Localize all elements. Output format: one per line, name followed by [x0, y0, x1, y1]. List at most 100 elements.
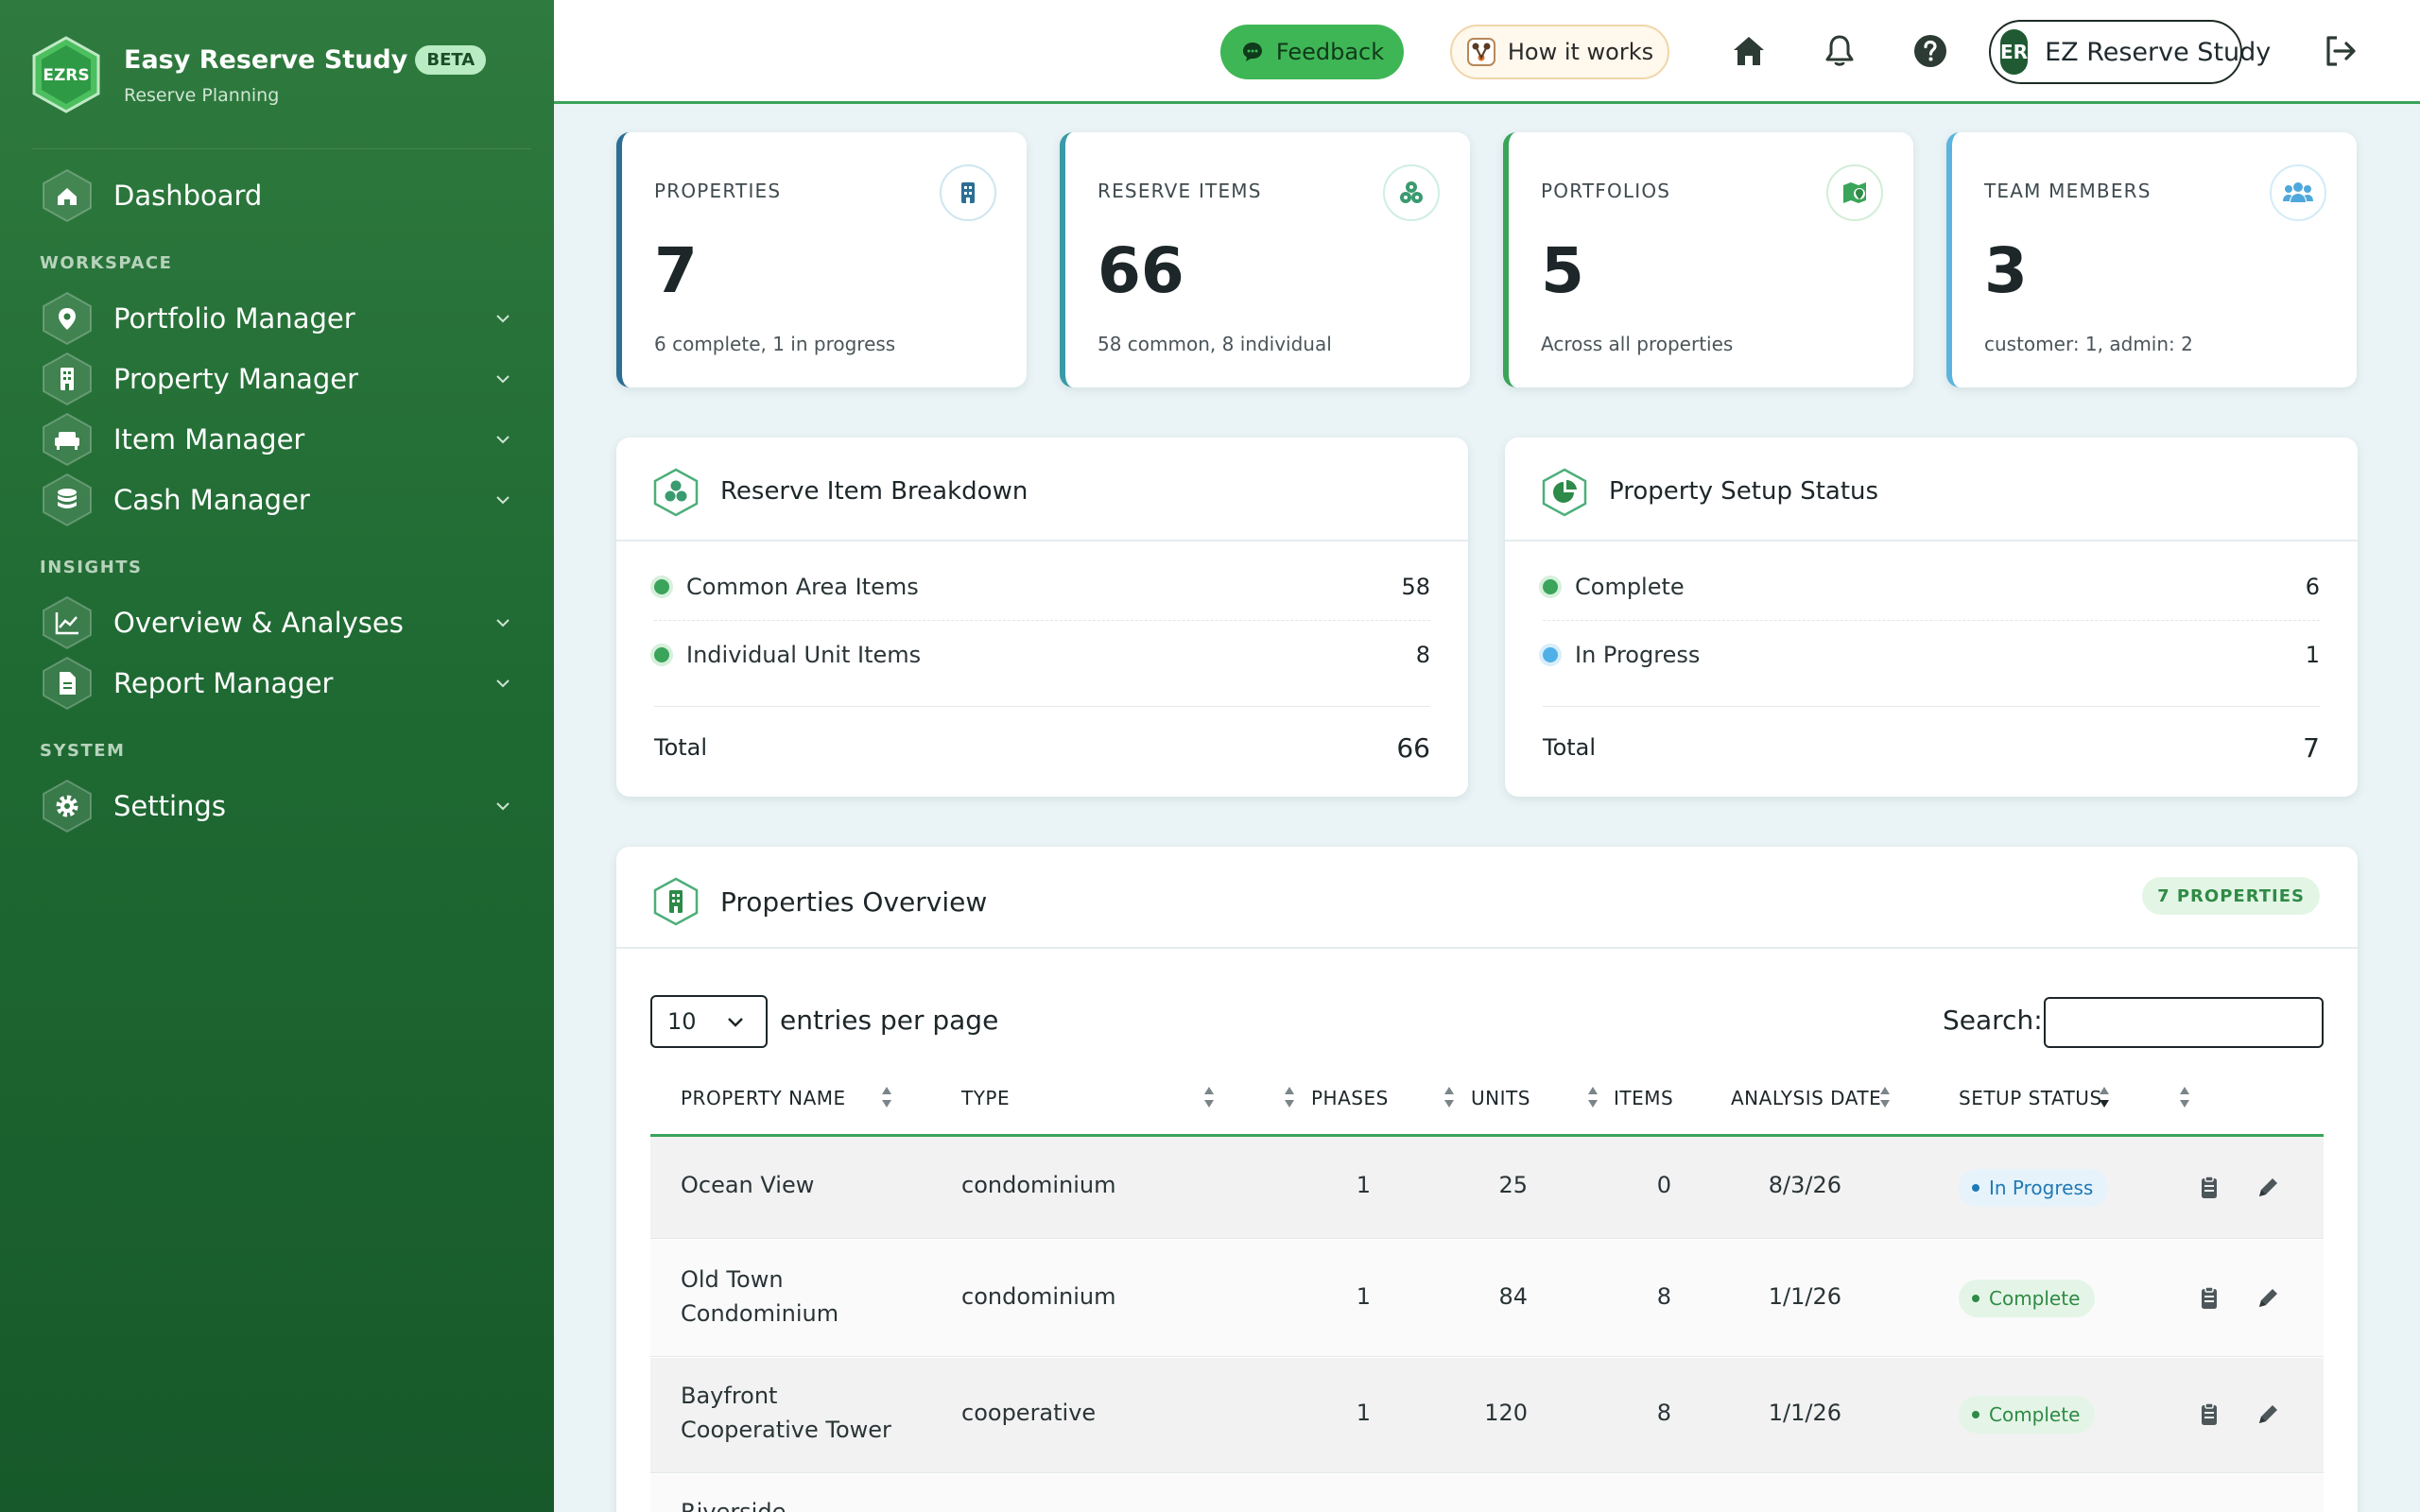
stat-card-team-members[interactable]: TEAM MEMBERS 3 customer: 1, admin: 2 [1946, 132, 2357, 387]
app-name: Easy Reserve Study BETA [124, 45, 487, 75]
cell-property-name[interactable]: Riverside [681, 1495, 786, 1512]
breakdown-row-common: Common Area Items 58 [654, 553, 1430, 621]
table-row[interactable]: Ocean View condominium 1 25 0 8/3/26 In … [650, 1137, 2324, 1239]
sidebar-item-cash-manager[interactable]: Cash Manager [40, 472, 512, 527]
edit-pencil-icon[interactable] [2254, 1400, 2282, 1429]
stat-title: RESERVE ITEMS [1098, 180, 1262, 202]
avatar: ER [2000, 29, 2029, 75]
edit-pencil-icon[interactable] [2254, 1174, 2282, 1202]
column-header-property-name[interactable]: PROPERTY NAME [681, 1087, 846, 1109]
help-icon[interactable] [1911, 32, 1949, 70]
sidebar-item-label: Item Manager [113, 423, 305, 455]
cell-property-name[interactable]: Old Town Condominium [681, 1263, 838, 1331]
brand[interactable]: EZRS Easy Reserve Study BETA Reserve Plan… [32, 36, 524, 121]
breakdown-row-individual: Individual Unit Items 8 [654, 621, 1430, 689]
sidebar-item-label: Settings [113, 790, 226, 822]
user-menu-button[interactable]: ER EZ Reserve Study [1989, 20, 2271, 84]
search-input[interactable] [2044, 997, 2324, 1048]
column-header-analysis-date[interactable]: ANALYSIS DATE [1731, 1087, 1881, 1109]
feedback-button[interactable]: Feedback [1220, 25, 1404, 79]
stat-card-reserve-items[interactable]: RESERVE ITEMS 66 58 common, 8 individual [1060, 132, 1470, 387]
sidebar: EZRS Easy Reserve Study BETA Reserve Plan… [0, 0, 554, 1512]
sort-icon[interactable] [1586, 1083, 1599, 1111]
sort-icon[interactable] [1878, 1083, 1892, 1111]
sort-icon[interactable] [2178, 1083, 2191, 1111]
panel-header: Properties Overview 7 PROPERTIES [616, 847, 2358, 949]
user-name: EZ Reserve Study [2045, 37, 2272, 67]
sidebar-item-overview-analyses[interactable]: Overview & Analyses [40, 595, 512, 650]
setup-row-in-progress: In Progress 1 [1543, 621, 2320, 689]
cell-type: condominium [961, 1283, 1116, 1310]
status-dot [1543, 647, 1558, 662]
stat-card-properties[interactable]: PROPERTIES 7 6 complete, 1 in progress [616, 132, 1027, 387]
panel-header: Property Setup Status [1505, 438, 2358, 541]
chevron-down-icon [496, 619, 510, 627]
stat-title: PROPERTIES [654, 180, 782, 202]
stat-card-portfolios[interactable]: PORTFOLIOS 5 Across all properties [1503, 132, 1913, 387]
stat-value: 5 [1541, 234, 1584, 307]
table-row[interactable]: Old Town Condominium condominium 1 84 8 1… [650, 1240, 2324, 1357]
sort-desc-icon[interactable] [2098, 1083, 2111, 1111]
sidebar-item-portfolio-manager[interactable]: Portfolio Manager [40, 291, 512, 346]
column-header-type[interactable]: TYPE [961, 1087, 1010, 1109]
cell-units: 25 [1498, 1172, 1528, 1198]
sidebar-item-property-manager[interactable]: Property Manager [40, 352, 512, 406]
users-icon [2270, 164, 2326, 221]
sidebar-item-report-manager[interactable]: Report Manager [40, 656, 512, 711]
setup-row-complete: Complete 6 [1543, 553, 2320, 621]
status-dot [654, 647, 669, 662]
building-icon [43, 352, 92, 406]
chevron-down-icon [728, 1018, 743, 1027]
cell-type: condominium [961, 1172, 1116, 1198]
table-row[interactable]: Riverside [650, 1474, 2324, 1512]
boxes-icon [1383, 164, 1440, 221]
cell-property-name[interactable]: Ocean View [681, 1168, 814, 1202]
table-row[interactable]: Bayfront Cooperative Tower cooperative 1 … [650, 1358, 2324, 1473]
cell-analysis-date: 1/1/26 [1768, 1400, 1841, 1426]
clipboard-icon[interactable] [2195, 1284, 2223, 1313]
cell-analysis-date: 8/3/26 [1768, 1172, 1841, 1198]
sidebar-item-label: Portfolio Manager [113, 302, 355, 335]
property-setup-status-panel: Property Setup Status Complete 6 In Prog… [1505, 438, 2358, 797]
reserve-item-breakdown-panel: Reserve Item Breakdown Common Area Items… [616, 438, 1468, 797]
entries-per-page-select[interactable]: 10 [650, 995, 768, 1048]
section-label-insights: INSIGHTS [40, 558, 143, 577]
sort-icon[interactable] [880, 1083, 893, 1111]
column-header-items[interactable]: ITEMS [1614, 1087, 1673, 1109]
clipboard-icon[interactable] [2195, 1174, 2223, 1202]
status-dot [1543, 578, 1558, 594]
stat-title: PORTFOLIOS [1541, 180, 1671, 202]
cell-phases: 1 [1356, 1172, 1371, 1198]
sidebar-item-dashboard[interactable]: Dashboard [40, 168, 512, 223]
panel-title: Reserve Item Breakdown [720, 477, 1028, 506]
sort-icon[interactable] [1443, 1083, 1456, 1111]
home-icon[interactable] [1730, 32, 1768, 70]
app-tagline: Reserve Planning [124, 85, 280, 106]
svg-text:EZRS: EZRS [43, 66, 89, 85]
divider [654, 706, 1430, 707]
cell-property-name[interactable]: Bayfront Cooperative Tower [681, 1379, 891, 1447]
logout-icon[interactable] [2322, 32, 2360, 70]
count-badge: 7 PROPERTIES [2142, 877, 2320, 915]
status-dot [654, 578, 669, 594]
coins-icon [43, 472, 92, 527]
cell-phases: 1 [1356, 1283, 1371, 1310]
chevron-down-icon [496, 436, 510, 444]
status-badge: Complete [1959, 1396, 2096, 1434]
sidebar-item-settings[interactable]: Settings [40, 779, 512, 833]
top-bar: Feedback How it works ER EZ Reserve Stud… [554, 0, 2420, 104]
section-label-workspace: WORKSPACE [40, 253, 173, 273]
column-header-phases[interactable]: PHASES [1311, 1087, 1389, 1109]
sidebar-item-item-manager[interactable]: Item Manager [40, 412, 512, 467]
column-header-setup-status[interactable]: SETUP STATUS [1959, 1087, 2102, 1109]
column-header-units[interactable]: UNITS [1471, 1087, 1530, 1109]
clipboard-icon[interactable] [2195, 1400, 2223, 1429]
chat-icon [1242, 43, 1262, 61]
beta-badge: BETA [415, 45, 487, 75]
sidebar-item-label: Property Manager [113, 363, 359, 395]
how-it-works-button[interactable]: How it works [1450, 25, 1669, 79]
sort-icon[interactable] [1202, 1083, 1216, 1111]
edit-pencil-icon[interactable] [2254, 1284, 2282, 1313]
sort-icon[interactable] [1283, 1083, 1296, 1111]
bell-icon[interactable] [1821, 32, 1858, 70]
